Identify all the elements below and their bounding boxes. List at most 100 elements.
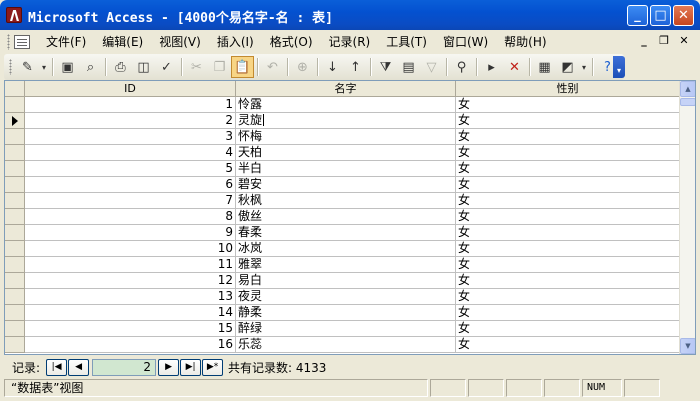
menu-format[interactable]: 格式(O) xyxy=(262,32,321,52)
cell-name[interactable]: 怜露 xyxy=(236,97,456,113)
menu-view[interactable]: 视图(V) xyxy=(151,32,209,52)
cell-id[interactable]: 1 xyxy=(25,97,236,113)
cell-id[interactable]: 12 xyxy=(25,273,236,289)
table-row[interactable]: 8 傲丝 女 xyxy=(5,209,680,225)
dropdown-icon[interactable]: ▾ xyxy=(579,56,589,78)
spelling-icon[interactable]: ✓ xyxy=(155,56,178,78)
search-icon[interactable]: ⌕ xyxy=(79,56,102,78)
scroll-up-icon[interactable]: ▲ xyxy=(680,81,695,97)
cell-gender[interactable]: 女 xyxy=(456,113,680,129)
cell-gender[interactable]: 女 xyxy=(456,241,680,257)
table-row[interactable]: 14 静柔 女 xyxy=(5,305,680,321)
table-document-icon[interactable] xyxy=(14,35,30,49)
current-record-indicator[interactable] xyxy=(5,113,25,129)
cell-id[interactable]: 5 xyxy=(25,161,236,177)
copy-icon[interactable]: ❐ xyxy=(208,56,231,78)
row-selector[interactable] xyxy=(5,145,25,161)
filter-form-icon[interactable]: ▤ xyxy=(397,56,420,78)
row-selector[interactable] xyxy=(5,97,25,113)
table-row[interactable]: 5 半白 女 xyxy=(5,161,680,177)
row-selector[interactable] xyxy=(5,257,25,273)
cut-icon[interactable]: ✂ xyxy=(185,56,208,78)
cell-id[interactable]: 14 xyxy=(25,305,236,321)
menu-insert[interactable]: 插入(I) xyxy=(209,32,262,52)
cell-id[interactable]: 13 xyxy=(25,289,236,305)
new-object-icon[interactable]: ◩ xyxy=(556,56,579,78)
cell-id[interactable]: 6 xyxy=(25,177,236,193)
cell-gender[interactable]: 女 xyxy=(456,161,680,177)
cell-gender[interactable]: 女 xyxy=(456,193,680,209)
new-record-nav-button[interactable]: ▶* xyxy=(202,358,224,376)
cell-name[interactable]: 傲丝 xyxy=(236,209,456,225)
cell-name[interactable]: 灵旋 xyxy=(236,113,456,129)
cell-id[interactable]: 9 xyxy=(25,225,236,241)
cell-id[interactable]: 4 xyxy=(25,145,236,161)
design-view-icon[interactable]: ✎ xyxy=(16,56,39,78)
cell-id[interactable]: 7 xyxy=(25,193,236,209)
cell-gender[interactable]: 女 xyxy=(456,97,680,113)
database-window-icon[interactable]: ▦ xyxy=(533,56,556,78)
dropdown-icon[interactable]: ▾ xyxy=(39,56,49,78)
row-selector[interactable] xyxy=(5,209,25,225)
minimize-button[interactable]: _ xyxy=(627,5,648,26)
cell-name[interactable]: 秋枫 xyxy=(236,193,456,209)
access-app-icon[interactable] xyxy=(6,7,22,23)
table-row[interactable]: 12 易白 女 xyxy=(5,273,680,289)
table-row[interactable]: 2 灵旋 女 xyxy=(5,113,680,129)
doc-minimize-icon[interactable]: _ xyxy=(636,33,652,49)
cell-name[interactable]: 静柔 xyxy=(236,305,456,321)
cell-name[interactable]: 醉绿 xyxy=(236,321,456,337)
cell-id[interactable]: 8 xyxy=(25,209,236,225)
row-selector[interactable] xyxy=(5,241,25,257)
row-selector[interactable] xyxy=(5,305,25,321)
table-row[interactable]: 10 冰岚 女 xyxy=(5,241,680,257)
row-selector[interactable] xyxy=(5,161,25,177)
scroll-down-icon[interactable]: ▼ xyxy=(680,338,695,354)
row-selector[interactable] xyxy=(5,321,25,337)
table-row[interactable]: 4 天柏 女 xyxy=(5,145,680,161)
cell-name[interactable]: 易白 xyxy=(236,273,456,289)
last-record-button[interactable]: ▶| xyxy=(180,358,202,376)
menu-window[interactable]: 窗口(W) xyxy=(435,32,496,52)
column-header-id[interactable]: ID xyxy=(25,81,236,97)
column-header-name[interactable]: 名字 xyxy=(236,81,456,97)
row-selector[interactable] xyxy=(5,225,25,241)
cell-gender[interactable]: 女 xyxy=(456,177,680,193)
cell-name[interactable]: 天柏 xyxy=(236,145,456,161)
find-icon[interactable]: ⚲ xyxy=(450,56,473,78)
table-row[interactable]: 13 夜灵 女 xyxy=(5,289,680,305)
close-button[interactable]: ✕ xyxy=(673,5,694,26)
cell-id[interactable]: 16 xyxy=(25,337,236,353)
table-row[interactable]: 15 醉绿 女 xyxy=(5,321,680,337)
undo-icon[interactable]: ↶ xyxy=(261,56,284,78)
cell-name[interactable]: 春柔 xyxy=(236,225,456,241)
print-icon[interactable]: ⎙ xyxy=(109,56,132,78)
table-row[interactable]: 16 乐蕊 女 xyxy=(5,337,680,353)
cell-id[interactable]: 10 xyxy=(25,241,236,257)
menu-tools[interactable]: 工具(T) xyxy=(378,32,435,52)
vertical-scrollbar[interactable]: ▲ ▼ xyxy=(679,81,695,354)
sort-desc-icon[interactable]: ↑ xyxy=(344,56,367,78)
cell-name[interactable]: 碧安 xyxy=(236,177,456,193)
cell-gender[interactable]: 女 xyxy=(456,321,680,337)
next-record-button[interactable]: ▶ xyxy=(158,358,180,376)
apply-filter-icon[interactable]: ▽ xyxy=(420,56,443,78)
current-record-input[interactable]: 2 xyxy=(92,358,157,376)
doc-restore-icon[interactable]: ❐ xyxy=(656,33,672,49)
menu-help[interactable]: 帮助(H) xyxy=(496,32,554,52)
delete-record-icon[interactable]: ✕ xyxy=(503,56,526,78)
row-selector[interactable] xyxy=(5,273,25,289)
row-selector[interactable] xyxy=(5,193,25,209)
save-icon[interactable]: ▣ xyxy=(56,56,79,78)
cell-name[interactable]: 怀梅 xyxy=(236,129,456,145)
filter-selection-icon[interactable]: ⧩ xyxy=(374,56,397,78)
menu-edit[interactable]: 编辑(E) xyxy=(94,32,151,52)
cell-name[interactable]: 冰岚 xyxy=(236,241,456,257)
table-row[interactable]: 6 碧安 女 xyxy=(5,177,680,193)
menu-file[interactable]: 文件(F) xyxy=(38,32,94,52)
cell-name[interactable]: 半白 xyxy=(236,161,456,177)
print-preview-icon[interactable]: ◫ xyxy=(132,56,155,78)
cell-gender[interactable]: 女 xyxy=(456,337,680,353)
cell-id[interactable]: 2 xyxy=(25,113,236,129)
cell-gender[interactable]: 女 xyxy=(456,305,680,321)
